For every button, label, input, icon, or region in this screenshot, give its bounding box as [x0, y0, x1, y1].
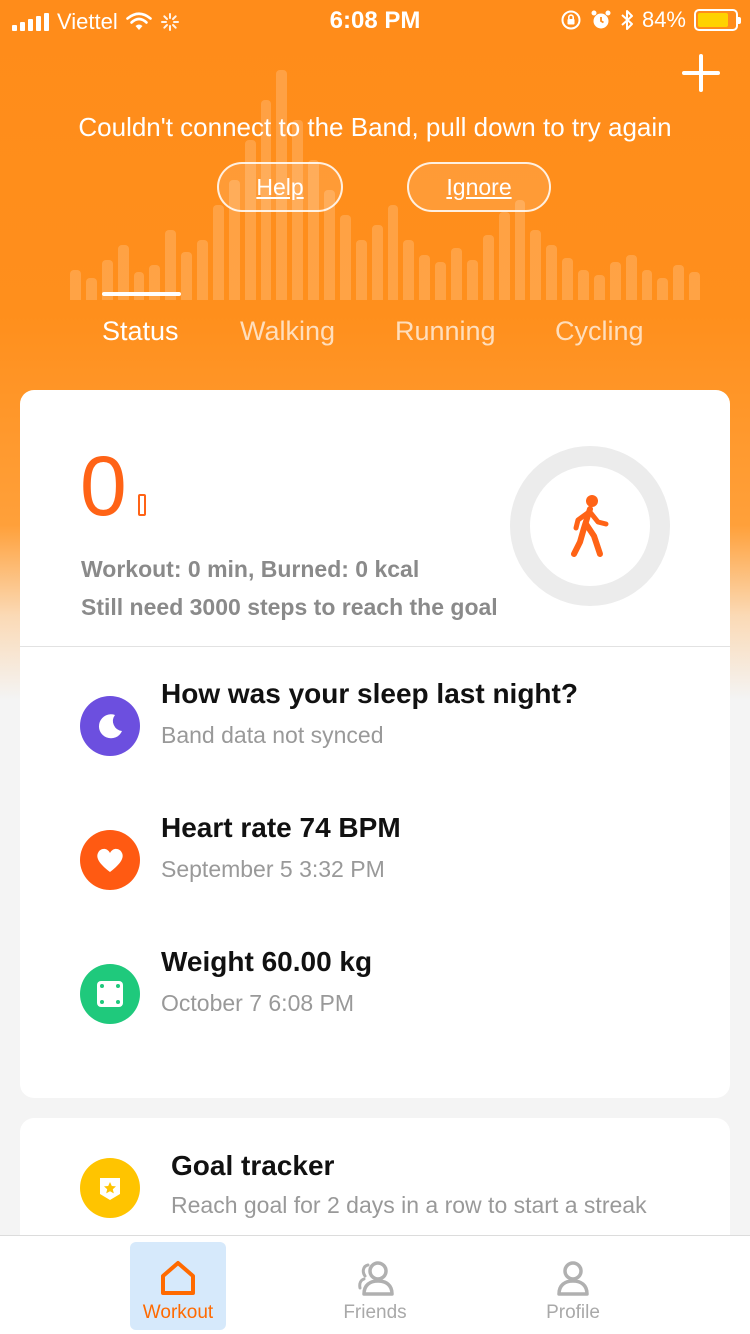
tab-walking[interactable]: Walking: [240, 316, 335, 347]
sleep-subtitle: Band data not synced: [161, 722, 384, 748]
connection-message: Couldn't connect to the Band, pull down …: [78, 112, 672, 142]
weight-item[interactable]: Weight 60.00 kg October 7 6:08 PM: [20, 946, 730, 1046]
card-divider: [20, 646, 730, 647]
weight-title: Weight 60.00 kg: [161, 946, 373, 977]
status-card[interactable]: 0 Workout: 0 min, Burned: 0 kcal Still n…: [20, 390, 730, 1098]
sleep-title: How was your sleep last night?: [161, 678, 578, 709]
decorative-bar: [387, 205, 399, 300]
nav-profile[interactable]: Profile: [525, 1242, 621, 1330]
decorative-bar: [339, 215, 351, 300]
rotation-lock-icon: [561, 10, 581, 30]
walking-person-icon: [571, 495, 609, 557]
battery-icon: [694, 9, 741, 31]
goal-tracker-title: Goal tracker: [171, 1150, 335, 1181]
heart-rate-item[interactable]: Heart rate 74 BPM September 5 3:32 PM: [20, 812, 730, 912]
decorative-bar: [371, 225, 383, 300]
tab-status[interactable]: Status: [102, 316, 179, 347]
goal-tracker-card[interactable]: Goal tracker Reach goal for 2 days in a …: [20, 1118, 730, 1248]
heart-rate-subtitle: September 5 3:32 PM: [161, 856, 385, 882]
activity-tabs: Status Walking Running Cycling: [0, 290, 750, 360]
nav-profile-label: Profile: [546, 1302, 600, 1323]
status-bar: Viettel 6:08 PM 84%: [0, 0, 750, 42]
add-button[interactable]: [682, 54, 720, 92]
decorative-bar: [212, 205, 224, 300]
decorative-bars: [70, 50, 700, 300]
decorative-bar: [514, 200, 526, 300]
help-button[interactable]: Help: [217, 162, 343, 212]
step-count: 0: [80, 439, 127, 533]
sleep-item[interactable]: z How was your sleep last night? Band da…: [20, 678, 730, 778]
svg-text:z: z: [114, 717, 119, 728]
tab-cycling[interactable]: Cycling: [555, 316, 644, 347]
weight-subtitle: October 7 6:08 PM: [161, 990, 355, 1016]
home-icon: [161, 1261, 195, 1295]
heart-icon: [80, 830, 140, 890]
nav-friends[interactable]: Friends: [327, 1242, 423, 1330]
scale-icon: [80, 964, 140, 1024]
tab-running[interactable]: Running: [395, 316, 496, 347]
friends-icon: [358, 1261, 394, 1296]
bottom-navigation: Workout Friends Profile: [0, 1235, 750, 1334]
alarm-icon: [591, 10, 611, 29]
band-icon: [138, 494, 146, 516]
decorative-bar: [498, 212, 510, 300]
goal-tracker-subtitle: Reach goal for 2 days in a row to start …: [171, 1192, 647, 1218]
bluetooth-icon: [621, 10, 633, 30]
nav-workout[interactable]: Workout: [130, 1242, 226, 1330]
heart-rate-title: Heart rate 74 BPM: [161, 812, 401, 843]
nav-workout-label: Workout: [142, 1302, 214, 1323]
workout-summary: Workout: 0 min, Burned: 0 kcal: [81, 556, 420, 582]
goal-remaining: Still need 3000 steps to reach the goal: [81, 594, 498, 620]
profile-icon: [557, 1261, 589, 1296]
step-progress-ring: [510, 446, 670, 606]
battery-percent: 84%: [641, 7, 686, 32]
badge-star-icon: [80, 1158, 140, 1218]
sleep-moon-icon: z: [80, 696, 140, 756]
nav-friends-label: Friends: [343, 1302, 407, 1323]
ignore-button[interactable]: Ignore: [407, 162, 551, 212]
